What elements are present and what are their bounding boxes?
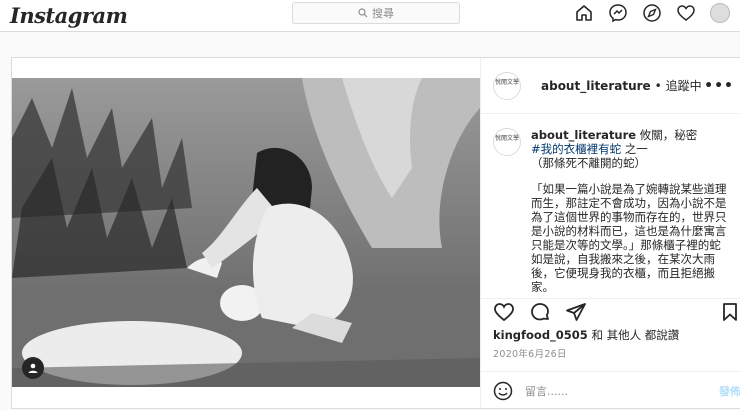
post-card: 悅閱文學 about_literature • 追蹤中 ••• 悅閱文學 abo…: [11, 57, 740, 410]
following-status[interactable]: • 追蹤中: [655, 77, 702, 94]
send-icon: [566, 302, 586, 321]
liker-username[interactable]: kingfood_0505: [493, 328, 588, 342]
heart-icon: [494, 302, 514, 321]
search-icon: [358, 8, 368, 18]
caption-line1: 攸關，秘密: [636, 128, 698, 142]
post-username[interactable]: about_literature: [541, 79, 651, 93]
like-button[interactable]: [493, 301, 515, 327]
caption-body: 「如果一篇小說是為了婉轉說某些道理而生，那註定不會成功，因為小說不是為了這個世界…: [531, 182, 727, 292]
caption-username[interactable]: about_literature: [531, 128, 636, 142]
comment-input[interactable]: 留言......: [525, 383, 719, 399]
photo-illustration: [12, 78, 480, 387]
caption-line3: （那條死不離開的蛇）: [531, 156, 646, 170]
post-sidebar: 悅閱文學 about_literature • 追蹤中 ••• 悅閱文學 abo…: [480, 58, 740, 410]
hashtag-rest: 之一: [621, 142, 648, 156]
comment-icon: [531, 302, 549, 320]
post-date[interactable]: 2020年6月26日: [493, 346, 567, 360]
bookmark-icon: [723, 302, 737, 321]
nav-icons: [574, 3, 730, 23]
caption-avatar[interactable]: 悅閱文學: [493, 128, 521, 156]
hashtag-link[interactable]: #我的衣櫃裡有蛇: [531, 142, 621, 156]
heart-icon[interactable]: [676, 3, 696, 23]
explore-icon[interactable]: [642, 3, 662, 23]
top-navigation-bar: Instagram 搜尋: [0, 0, 740, 32]
likes-rest[interactable]: 和 其他人 都說讚: [588, 328, 679, 342]
comment-box: 留言...... 發佈: [481, 371, 740, 410]
share-button[interactable]: [565, 301, 587, 327]
save-button[interactable]: [719, 301, 740, 327]
profile-avatar[interactable]: 悅閱文學: [493, 71, 521, 100]
post-comment-button[interactable]: 發佈: [719, 383, 740, 399]
home-icon[interactable]: [574, 3, 594, 23]
messenger-icon[interactable]: [608, 3, 628, 23]
caption-section: 悅閱文學 about_literature 攸關，秘密 #我的衣櫃裡有蛇 之一 …: [481, 114, 740, 292]
user-tag-button[interactable]: [22, 357, 44, 379]
instagram-logo[interactable]: Instagram: [10, 3, 128, 28]
avatar[interactable]: [710, 3, 730, 23]
more-options-icon[interactable]: •••: [704, 78, 734, 94]
comment-button[interactable]: [529, 301, 551, 327]
search-placeholder: 搜尋: [372, 7, 394, 20]
search-input[interactable]: 搜尋: [292, 2, 460, 24]
caption-text: about_literature 攸關，秘密 #我的衣櫃裡有蛇 之一 （那條死不…: [531, 128, 727, 292]
person-icon: [28, 363, 38, 373]
action-bar: [481, 298, 740, 328]
likes-summary: kingfood_0505 和 其他人 都說讚: [493, 327, 679, 343]
emoji-icon[interactable]: [493, 381, 513, 401]
post-header: 悅閱文學 about_literature • 追蹤中 •••: [481, 58, 740, 114]
post-image[interactable]: [12, 78, 480, 387]
